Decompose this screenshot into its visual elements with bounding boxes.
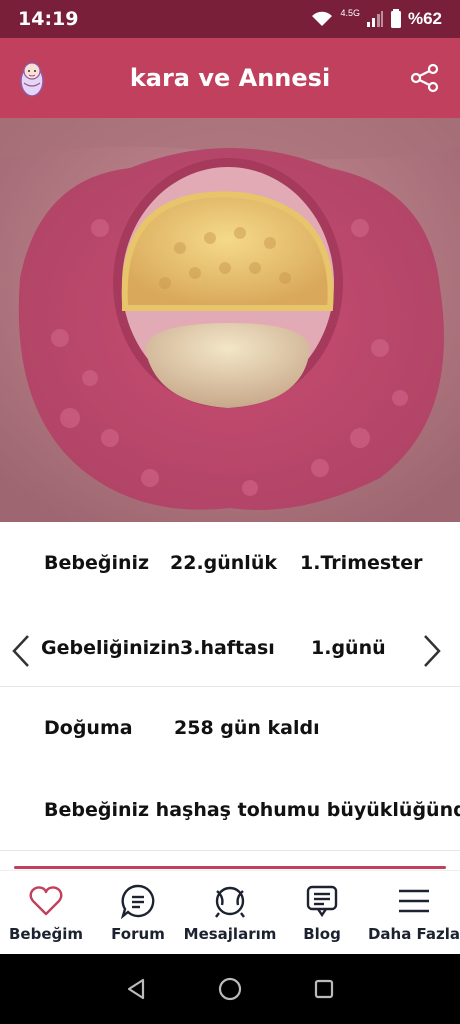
info-row-due: Doğuma 258 gün kaldı [0,717,460,743]
recents-icon[interactable] [313,978,335,1000]
page-title: kara ve Annesi [129,64,331,92]
info-row-pregnancy: Gebeliğinizin 3.haftası 1.günü [0,634,460,668]
pregnancy-label: Gebeliğinizin [41,637,181,659]
due-label: Doğuma [44,717,133,739]
system-nav-bar [0,954,460,1024]
menu-icon [399,889,429,913]
divider [0,686,460,687]
messages-icon [215,886,245,918]
due-remaining: 258 gün kaldı [174,717,320,739]
chevron-left-icon[interactable] [10,634,32,668]
card-top-edge [14,866,446,869]
chevron-right-icon[interactable] [421,634,443,668]
divider [0,850,460,851]
blog-icon [306,885,338,918]
tab-forum[interactable]: Forum [92,871,184,955]
tab-mesajlarim[interactable]: Mesajlarım [184,871,276,955]
baby-size-text: Bebeğiniz haşhaş tohumu büyüklüğünde [44,799,460,821]
tab-daha-fazla[interactable]: Daha Fazla [368,871,460,955]
status-bar: 14:19 4.5G %62 [0,0,460,38]
status-time: 14:19 [18,8,79,30]
forum-icon [120,884,155,919]
tab-blog[interactable]: Blog [276,871,368,955]
back-icon[interactable] [125,977,147,1001]
tab-label: Forum [111,925,165,943]
battery-level: %62 [407,9,442,28]
tab-label: Blog [303,925,341,943]
tab-label: Bebeğim [8,925,84,943]
tab-label: Mesajlarım [183,925,277,943]
network-type: 4.5G [340,8,360,18]
info-row-size: Bebeğiniz haşhaş tohumu büyüklüğünde [0,799,460,825]
baby-icon[interactable] [20,59,44,97]
app-header: kara ve Annesi [0,38,460,118]
pregnancy-week: 3.haftası [180,637,275,659]
tab-label: Daha Fazla [367,925,460,943]
pregnancy-day: 1.günü [311,637,386,659]
bottom-tab-bar: Bebeğim Forum Mesajlarım Blog Daha Fazla [0,870,460,954]
tab-bebegim[interactable]: Bebeğim [0,871,92,955]
age-label: Bebeğiniz [44,552,150,574]
trimester: 1.Trimester [300,552,423,574]
signal-icon [366,11,383,27]
heart-icon [29,886,63,916]
home-icon[interactable] [217,976,243,1002]
info-row-age: Bebeğiniz 22.günlük 1.Trimester [0,552,460,578]
embryo-illustration [0,118,460,522]
wifi-icon [312,11,333,26]
battery-icon [390,9,401,28]
age-days: 22.günlük [170,552,277,574]
share-icon[interactable] [410,63,440,93]
